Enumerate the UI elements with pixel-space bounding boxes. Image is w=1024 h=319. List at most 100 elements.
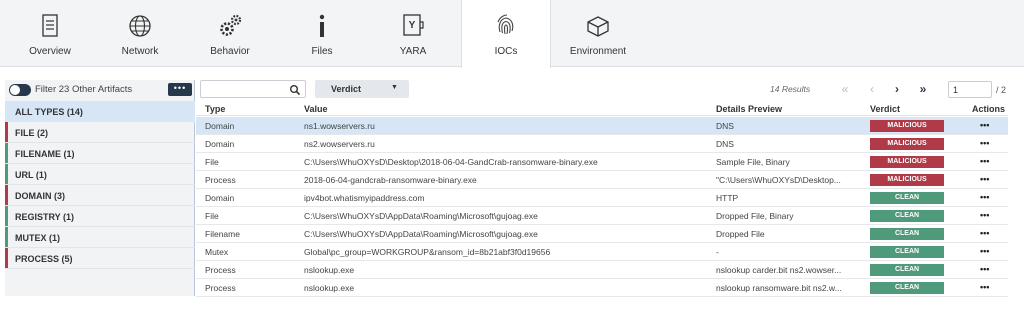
tab-iocs[interactable]: IOCs [461, 0, 551, 68]
table-row[interactable]: File C:\Users\WhuOXYsD\Desktop\2018-06-0… [196, 153, 1008, 171]
tab-label: Environment [569, 46, 627, 57]
page-total: / 2 [996, 85, 1007, 95]
next-page-icon[interactable]: › [888, 80, 906, 98]
cell-type: Domain [205, 121, 235, 131]
search-icon[interactable] [289, 83, 301, 96]
cell-details: Dropped File, Binary [716, 211, 794, 221]
cell-value: ns2.wowservers.ru [304, 139, 375, 149]
category-label: DOMAIN (3) [15, 191, 65, 201]
tab-label: Files [311, 46, 333, 57]
table-row[interactable]: Domain ns2.wowservers.ru DNS MALICIOUS •… [196, 135, 1008, 153]
category-mutex[interactable]: MUTEX (1) [5, 227, 195, 248]
category-process[interactable]: PROCESS (5) [5, 248, 195, 269]
fingerprint-icon [492, 12, 520, 40]
cell-type: File [205, 211, 219, 221]
cell-value: ns1.wowservers.ru [304, 121, 375, 131]
tab-label: YARA [399, 46, 427, 57]
verdict-dropdown[interactable]: Verdict ▼ [315, 80, 409, 98]
row-actions-button[interactable]: ••• [980, 138, 989, 148]
table-row[interactable]: Process 2018-06-04-gandcrab-ransomware-b… [196, 171, 1008, 189]
filter-toggle[interactable] [9, 84, 31, 96]
category-label: ALL TYPES (14) [15, 107, 83, 117]
cell-value: Global\pc_group=WORKGROUP&ransom_id=8b21… [304, 247, 551, 257]
cell-value: C:\Users\WhuOXYsD\Desktop\2018-06-04-Gan… [304, 157, 598, 167]
category-label: MUTEX (1) [15, 233, 60, 243]
category-url[interactable]: URL (1) [5, 164, 195, 185]
tab-behavior[interactable]: Behavior [185, 0, 275, 67]
cell-details: HTTP [716, 193, 739, 203]
cell-details: Dropped File [716, 229, 765, 239]
category-label: FILENAME (1) [15, 149, 75, 159]
cell-details: nslookup carder.bit ns2.wowser... [716, 265, 842, 275]
category-label: REGISTRY (1) [15, 212, 75, 222]
verdict-badge: MALICIOUS [870, 120, 944, 132]
search-input[interactable] [200, 80, 306, 98]
cell-details: DNS [716, 121, 734, 131]
cell-value: nslookup.exe [304, 283, 355, 293]
tab-network[interactable]: Network [95, 0, 185, 67]
column-verdict[interactable]: Verdict [870, 104, 900, 114]
cell-type: Domain [205, 139, 235, 149]
table-row[interactable]: Filename C:\Users\WhuOXYsD\AppData\Roami… [196, 225, 1008, 243]
last-page-icon[interactable]: » [914, 80, 932, 98]
row-actions-button[interactable]: ••• [980, 120, 989, 130]
tab-overview[interactable]: Overview [5, 0, 95, 67]
prev-page-icon[interactable]: ‹ [863, 80, 881, 98]
verdict-badge: CLEAN [870, 192, 944, 204]
tab-files[interactable]: Files [277, 0, 367, 67]
verdict-badge: MALICIOUS [870, 156, 944, 168]
cell-value: C:\Users\WhuOXYsD\AppData\Roaming\Micros… [304, 211, 538, 221]
table-row[interactable]: File C:\Users\WhuOXYsD\AppData\Roaming\M… [196, 207, 1008, 225]
filter-more-button[interactable]: ••• [168, 83, 192, 96]
caret-down-icon: ▼ [391, 84, 398, 91]
row-actions-button[interactable]: ••• [980, 174, 989, 184]
first-page-icon[interactable]: « [836, 80, 854, 98]
verdict-badge: CLEAN [870, 282, 944, 294]
document-icon [36, 12, 64, 40]
cell-value: 2018-06-04-gandcrab-ransomware-binary.ex… [304, 175, 477, 185]
category-all-types[interactable]: ALL TYPES (14) [5, 101, 195, 122]
svg-text:Y: Y [409, 20, 416, 31]
cube-icon [584, 12, 612, 40]
page-number-input[interactable] [948, 81, 992, 98]
verdict-badge: MALICIOUS [870, 138, 944, 150]
category-label: URL (1) [15, 170, 47, 180]
tab-environment[interactable]: Environment [553, 0, 643, 67]
table-row[interactable]: Process nslookup.exe nslookup ransomware… [196, 279, 1008, 297]
table-row[interactable]: Domain ns1.wowservers.ru DNS MALICIOUS •… [196, 117, 1008, 135]
row-actions-button[interactable]: ••• [980, 264, 989, 274]
category-domain[interactable]: DOMAIN (3) [5, 185, 195, 206]
cell-value: ipv4bot.whatismyipaddress.com [304, 193, 425, 203]
category-label: PROCESS (5) [15, 254, 73, 264]
row-actions-button[interactable]: ••• [980, 246, 989, 256]
table-header: Type Value Details Preview Verdict Actio… [196, 101, 1008, 116]
category-filename[interactable]: FILENAME (1) [5, 143, 195, 164]
tab-label: Overview [29, 46, 71, 57]
table-row[interactable]: Process nslookup.exe nslookup carder.bit… [196, 261, 1008, 279]
cell-type: Process [205, 265, 236, 275]
table-row[interactable]: Mutex Global\pc_group=WORKGROUP&ransom_i… [196, 243, 1008, 261]
cell-details: Sample File, Binary [716, 157, 790, 167]
column-details-preview[interactable]: Details Preview [716, 104, 782, 114]
tab-yara[interactable]: Y YARA [368, 0, 458, 67]
verdict-badge: CLEAN [870, 246, 944, 258]
column-type[interactable]: Type [205, 104, 225, 114]
cell-type: Domain [205, 193, 235, 203]
cell-details: nslookup ransomware.bit ns2.w... [716, 283, 842, 293]
category-label: FILE (2) [15, 128, 48, 138]
category-list: ALL TYPES (14) FILE (2) FILENAME (1) URL… [5, 101, 195, 269]
category-file[interactable]: FILE (2) [5, 122, 195, 143]
cell-type: Process [205, 283, 236, 293]
row-actions-button[interactable]: ••• [980, 282, 989, 292]
table-row[interactable]: Domain ipv4bot.whatismyipaddress.com HTT… [196, 189, 1008, 207]
row-actions-button[interactable]: ••• [980, 228, 989, 238]
filter-bar: Filter 23 Other Artifacts ••• [5, 80, 195, 100]
ioc-table-body: Domain ns1.wowservers.ru DNS MALICIOUS •… [196, 117, 1008, 297]
row-actions-button[interactable]: ••• [980, 192, 989, 202]
category-registry[interactable]: REGISTRY (1) [5, 206, 195, 227]
row-actions-button[interactable]: ••• [980, 210, 989, 220]
verdict-badge: CLEAN [870, 210, 944, 222]
artifact-filter-panel: Filter 23 Other Artifacts ••• ALL TYPES … [5, 80, 195, 296]
row-actions-button[interactable]: ••• [980, 156, 989, 166]
column-value[interactable]: Value [304, 104, 328, 114]
